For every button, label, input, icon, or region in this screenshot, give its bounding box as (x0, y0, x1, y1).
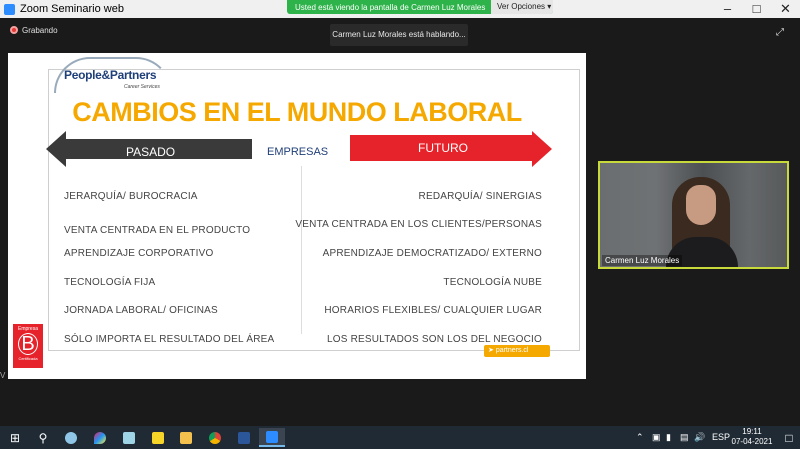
future-item: REDARQUÍA/ SINERGIAS (418, 191, 542, 202)
window-title: Zoom Seminario web (20, 3, 124, 15)
taskbar-clock[interactable]: 19:11 07-04-2021 (730, 427, 774, 447)
record-icon (10, 26, 18, 34)
future-item: HORARIOS FLEXIBLES/ CUALQUIER LUGAR (324, 305, 542, 316)
volume-icon[interactable]: 🔊 (694, 432, 705, 443)
paint-icon[interactable] (58, 428, 84, 447)
clock-date: 07-04-2021 (731, 437, 773, 446)
chevron-up-icon[interactable]: ⌃ (636, 432, 644, 443)
past-item: JERARQUÍA/ BUROCRACIA (64, 191, 198, 202)
bcorp-letter: B (18, 333, 38, 355)
company-logo: People&Partners Career Services (54, 57, 172, 93)
companies-label: EMPRESAS (267, 146, 329, 158)
past-item: VENTA CENTRADA EN EL PRODUCTO (64, 225, 251, 236)
notifications-icon[interactable]: □ (776, 428, 800, 447)
recording-label: Grabando (22, 26, 58, 35)
past-item: APRENDIZAJE CORPORATIVO (64, 248, 214, 259)
zoom-icon (4, 4, 15, 15)
participant-name: Carmen Luz Morales (602, 255, 683, 266)
future-item: VENTA CENTRADA EN LOS CLIENTES/PERSONAS (295, 219, 542, 230)
meeting-stage: Grabando Carmen Luz Morales está habland… (0, 18, 800, 426)
shared-slide: People&Partners Career Services CAMBIOS … (8, 53, 586, 379)
close-icon[interactable]: ✕ (771, 0, 800, 18)
past-item: JORNADA LABORAL/ OFICINAS (64, 305, 218, 316)
screen-share-banner: Usted está viendo la pantalla de Carmen … (287, 0, 553, 14)
windows-start-icon[interactable]: ⊞ (2, 428, 28, 447)
bcorp-top: Empresa (17, 326, 38, 332)
arrow-circle-icon: ➤ (488, 347, 496, 354)
past-item: TECNOLOGÍA FIJA (64, 277, 156, 288)
future-label: FUTURO (418, 141, 468, 155)
slide-title: CAMBIOS EN EL MUNDO LABORAL (72, 97, 522, 127)
past-item: SÓLO IMPORTA EL RESULTADO DEL ÁREA (64, 334, 275, 345)
meet-now-icon[interactable]: ▣ (652, 432, 661, 443)
share-message: Usted está viendo la pantalla de Carmen … (295, 3, 486, 12)
website-badge: ➤ partners.cl (484, 345, 550, 357)
website-label: partners.cl (495, 347, 529, 354)
b-corp-badge: Empresa B Certificada (13, 324, 43, 368)
chevron-down-icon: ▾ (547, 2, 552, 11)
maximize-icon[interactable]: □ (742, 0, 771, 18)
future-item: LOS RESULTADOS SON LOS DEL NEGOCIO (327, 334, 542, 345)
color-drop-icon[interactable] (87, 428, 113, 447)
word-icon[interactable] (231, 428, 257, 447)
minimize-icon[interactable]: – (713, 0, 742, 18)
chrome-icon[interactable] (202, 428, 228, 447)
view-options-button[interactable]: Ver Opciones ▾ (491, 0, 553, 14)
fullscreen-icon[interactable]: ⤢ (776, 27, 784, 38)
notes-icon[interactable] (116, 428, 142, 447)
file-explorer-icon[interactable] (173, 428, 199, 447)
search-icon[interactable]: ⚲ (30, 428, 56, 447)
past-label: PASADO (126, 145, 176, 159)
future-item: TECNOLOGÍA NUBE (443, 277, 542, 288)
zoom-icon[interactable] (259, 428, 285, 447)
participant-video[interactable]: Carmen Luz Morales (598, 161, 789, 269)
battery-icon[interactable]: ▮ (666, 432, 671, 443)
bcorp-bottom: Certificada (18, 356, 38, 361)
edge-text: V (0, 371, 6, 380)
future-item: APRENDIZAJE DEMOCRATIZADO/ EXTERNO (322, 248, 542, 259)
recording-indicator: Grabando (10, 26, 58, 35)
language-indicator[interactable]: ESP (712, 432, 730, 442)
logo-brand: People&Partners (64, 68, 157, 82)
network-icon[interactable]: ▤ (680, 432, 689, 443)
clock-time: 19:11 (742, 427, 762, 436)
view-options-label: Ver Opciones (497, 2, 546, 11)
participant-face (686, 185, 716, 225)
column-divider (301, 166, 302, 334)
sticky-notes-icon[interactable] (145, 428, 171, 447)
logo-subtitle: Career Services (124, 84, 160, 90)
active-speaker-label: Carmen Luz Morales está hablando... (330, 24, 468, 46)
windows-taskbar: ⊞ ⚲ ⌃ ▣ ▮ ▤ 🔊 ESP 19:11 07-04-2021 □ (0, 426, 800, 449)
